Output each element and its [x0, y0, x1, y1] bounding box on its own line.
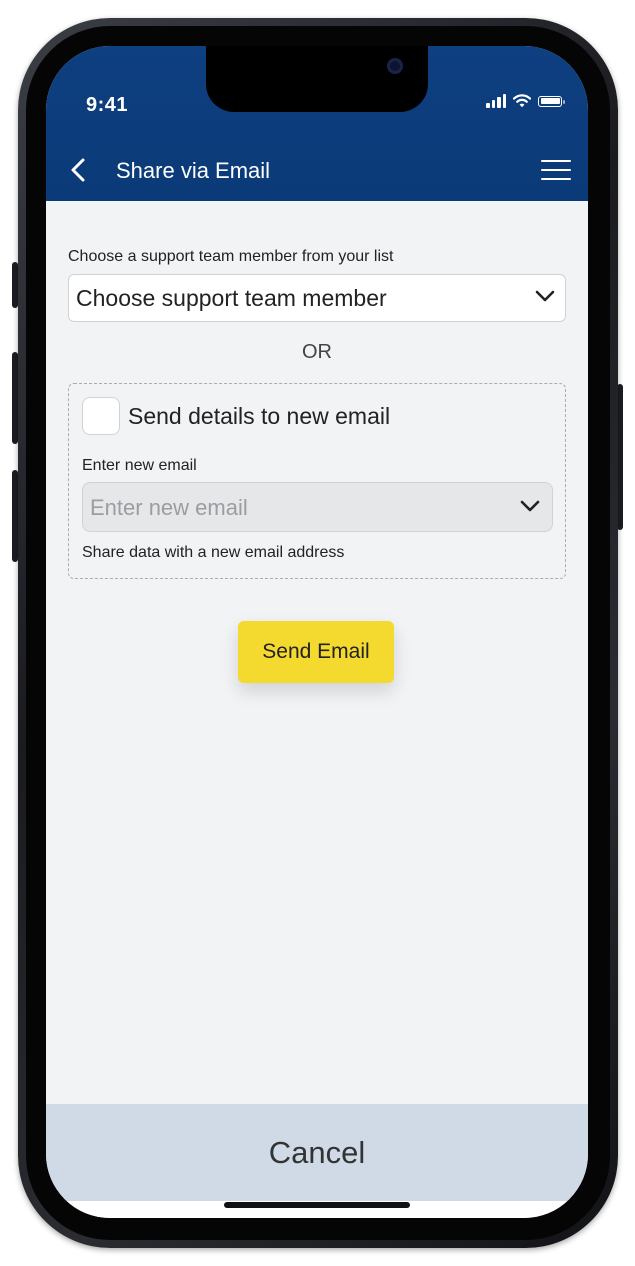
support-member-label: Choose a support team member from your l…: [68, 248, 394, 265]
app-screen: 9:41 Share via Email Choose a support te…: [46, 46, 588, 1218]
send-email-button[interactable]: Send Email: [238, 621, 394, 683]
new-email-group: Send details to new email Enter new emai…: [68, 383, 566, 579]
menu-line-icon: [541, 169, 571, 171]
wifi-icon: [513, 94, 531, 108]
new-email-placeholder: Enter new email: [90, 495, 248, 520]
new-email-input[interactable]: Enter new email: [82, 482, 553, 532]
phone-frame: 9:41 Share via Email Choose a support te…: [18, 18, 618, 1248]
status-icons: [486, 94, 565, 108]
menu-line-icon: [541, 178, 571, 180]
back-button[interactable]: [64, 152, 94, 188]
chevron-down-icon: [535, 290, 555, 302]
page-title: Share via Email: [116, 158, 271, 183]
cellular-signal-icon: [486, 94, 506, 108]
menu-line-icon: [541, 160, 571, 162]
new-email-field-label: Enter new email: [82, 457, 197, 474]
notch: [206, 46, 428, 112]
chevron-down-icon: [520, 500, 540, 512]
status-time: 9:41: [86, 94, 129, 116]
cancel-button[interactable]: Cancel: [46, 1104, 588, 1201]
support-member-selected: Choose support team member: [76, 285, 387, 311]
new-email-checkbox-label: Send details to new email: [128, 403, 391, 429]
app-header: 9:41 Share via Email: [46, 46, 588, 201]
new-email-checkbox[interactable]: [82, 397, 120, 435]
nav-bar: Share via Email: [46, 148, 588, 192]
or-separator: OR: [302, 341, 332, 363]
new-email-helper-text: Share data with a new email address: [82, 544, 345, 561]
cancel-label: Cancel: [268, 1134, 366, 1170]
hamburger-menu-button[interactable]: [541, 156, 573, 184]
home-indicator[interactable]: [224, 1202, 410, 1208]
chevron-left-icon: [71, 158, 85, 182]
battery-icon: [538, 95, 565, 107]
support-member-dropdown[interactable]: Choose support team member: [68, 274, 566, 322]
front-camera: [387, 58, 403, 74]
